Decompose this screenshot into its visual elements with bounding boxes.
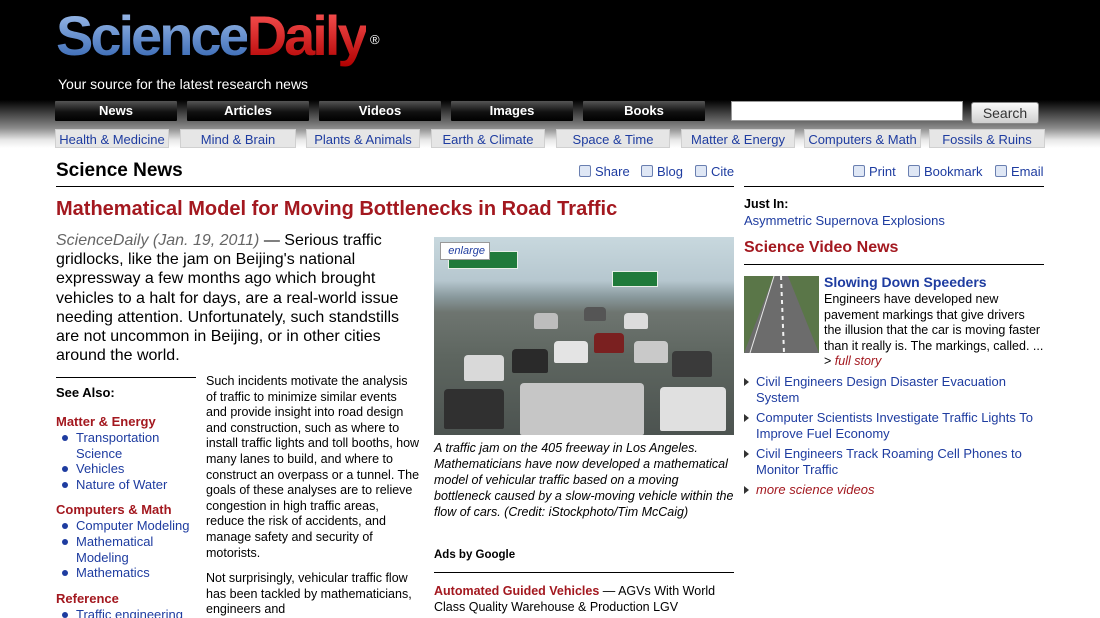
see-also-category: Reference (56, 590, 119, 606)
share-link[interactable]: Share (579, 164, 630, 179)
article-source-date: ScienceDaily (Jan. 19, 2011) (56, 232, 260, 249)
enlarge-button[interactable]: enlarge (440, 242, 490, 260)
just-in-link[interactable]: Asymmetric Supernova Explosions (744, 213, 945, 228)
video-section-divider (744, 264, 1044, 265)
tagline: Your source for the latest research news (58, 76, 309, 92)
email-icon (995, 165, 1007, 177)
road-image (744, 276, 819, 353)
video-links-list: Civil Engineers Design Disaster Evacuati… (744, 374, 1044, 502)
ad-link[interactable]: Automated Guided Vehicles (434, 584, 599, 598)
sciencedaily-logo[interactable]: ScienceDaily ® (56, 4, 380, 68)
see-also-link[interactable]: Transportation Science (62, 430, 196, 461)
see-also-link[interactable]: Vehicles (62, 461, 196, 477)
article-paragraph: Such incidents motivate the analysis of … (206, 374, 420, 560)
subnav-space-time[interactable]: Space & Time (556, 129, 670, 148)
nav-images[interactable]: Images (451, 101, 573, 121)
cite-link[interactable]: Cite (695, 164, 734, 179)
bookmark-icon (908, 165, 920, 177)
search-input[interactable] (731, 101, 963, 121)
see-also-box: See Also: Matter & Energy Transportation… (56, 377, 196, 618)
subnav-plants-animals[interactable]: Plants & Animals (306, 129, 420, 148)
ads-divider (434, 572, 734, 573)
nav-news[interactable]: News (55, 101, 177, 121)
video-thumbnail[interactable] (744, 276, 819, 353)
blog-icon (641, 165, 653, 177)
nav-articles[interactable]: Articles (187, 101, 309, 121)
video-link[interactable]: Computer Scientists Investigate Traffic … (744, 410, 1044, 442)
section-divider (56, 186, 734, 187)
video-title-link[interactable]: Slowing Down Speeders (824, 274, 987, 290)
see-also-link[interactable]: Mathematics (62, 565, 196, 581)
sidebar-divider (744, 186, 1044, 187)
see-also-link[interactable]: Nature of Water (62, 477, 196, 493)
nav-videos[interactable]: Videos (319, 101, 441, 121)
video-link[interactable]: Civil Engineers Design Disaster Evacuati… (744, 374, 1044, 406)
nav-books[interactable]: Books (583, 101, 705, 121)
ads-label: Ads by Google (434, 549, 516, 561)
search-button[interactable]: Search (971, 102, 1039, 124)
see-also-category: Matter & Energy (56, 414, 156, 429)
print-icon (853, 165, 865, 177)
full-story-link[interactable]: full story (835, 354, 882, 368)
subnav-mind-brain[interactable]: Mind & Brain (180, 129, 296, 148)
article-paragraph: Not surprisingly, vehicular traffic flow… (206, 571, 412, 617)
just-in-label: Just In: (744, 197, 789, 211)
subnav-matter-energy[interactable]: Matter & Energy (681, 129, 795, 148)
traffic-jam-photo[interactable]: enlarge (434, 237, 734, 435)
video-description: Engineers have developed new pavement ma… (824, 292, 1044, 369)
see-also-category: Computers & Math (56, 502, 172, 518)
see-also-link[interactable]: Computer Modeling (62, 518, 196, 534)
print-link[interactable]: Print (853, 164, 896, 179)
video-section-title: Science Video News (744, 239, 899, 256)
see-also-title: See Also: (56, 385, 115, 400)
blog-link[interactable]: Blog (641, 164, 683, 179)
article-body: Such incidents motivate the analysis of … (206, 374, 420, 618)
photo-caption: A traffic jam on the 405 freeway in Los … (434, 441, 734, 519)
subnav-fossils-ruins[interactable]: Fossils & Ruins (929, 129, 1045, 148)
more-videos-link[interactable]: more science videos (744, 482, 1044, 498)
email-link[interactable]: Email (995, 164, 1044, 179)
article-lead: ScienceDaily (Jan. 19, 2011) — Serious t… (56, 232, 400, 365)
subnav-health-medicine[interactable]: Health & Medicine (55, 129, 169, 148)
cite-icon (695, 165, 707, 177)
bookmark-link[interactable]: Bookmark (908, 164, 983, 179)
subnav-earth-climate[interactable]: Earth & Climate (431, 129, 545, 148)
ad-item: Automated Guided Vehicles — AGVs With Wo… (434, 584, 716, 614)
see-also-link[interactable]: Mathematical Modeling (62, 534, 196, 565)
share-icon (579, 165, 591, 177)
site-header: ScienceDaily ® Your source for the latest… (0, 0, 1100, 148)
section-title: Science News (56, 160, 183, 181)
subnav-computers-math[interactable]: Computers & Math (804, 129, 921, 148)
video-link[interactable]: Civil Engineers Track Roaming Cell Phone… (744, 446, 1044, 478)
article-headline: Mathematical Model for Moving Bottleneck… (56, 198, 618, 220)
see-also-link[interactable]: Traffic engineering (62, 607, 196, 618)
